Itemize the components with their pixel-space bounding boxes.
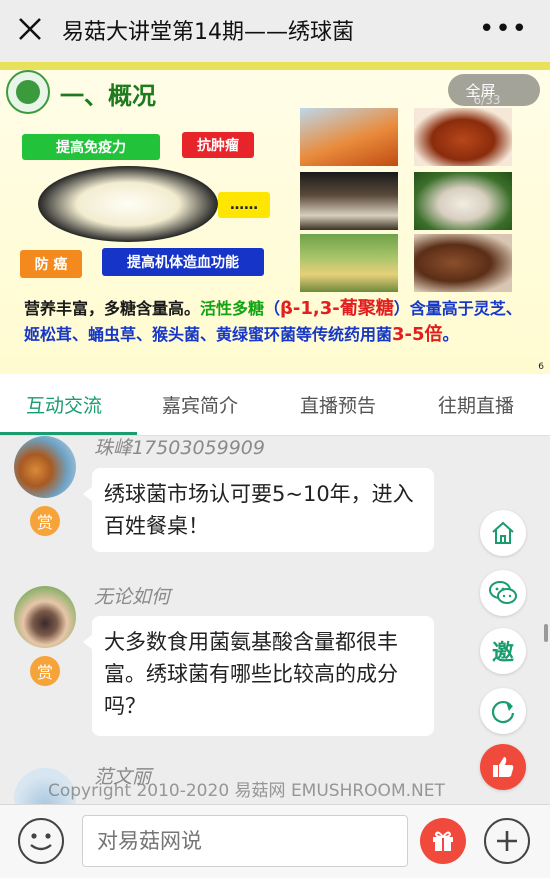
scrollbar[interactable] xyxy=(544,624,548,642)
logo xyxy=(6,70,50,114)
cordyceps-photo xyxy=(300,108,398,166)
lions-mane-photo xyxy=(414,172,512,230)
username: 珠峰17503059909 xyxy=(94,437,265,459)
tab-interaction[interactable]: 互动交流 xyxy=(26,391,102,418)
bottom-input-bar xyxy=(0,804,550,878)
reward-button[interactable]: 赏 xyxy=(30,656,60,686)
callout-anti-cancer: 防 癌 xyxy=(20,250,82,278)
username: 无论如何 xyxy=(94,586,171,608)
slide-body-text: 营养丰富，多糖含量高。活性多糖（β-1,3-葡聚糖）含量高于灵芝、姬松茸、蛹虫草… xyxy=(24,298,522,345)
gift-icon xyxy=(433,831,453,851)
emoji-button[interactable] xyxy=(18,818,64,864)
copyright-watermark: Copyright 2010-2020 易菇网 EMUSHROOM.NET xyxy=(48,781,445,801)
callout-anti-tumor: 抗肿瘤 xyxy=(182,132,254,158)
add-button[interactable] xyxy=(484,818,530,864)
shiitake-photo xyxy=(414,234,512,292)
slide-top-band xyxy=(0,62,550,70)
home-button[interactable] xyxy=(480,510,526,556)
cauliflower-fungus-image xyxy=(38,166,218,242)
thumbs-up-icon xyxy=(493,757,514,777)
wechat-share-button[interactable] xyxy=(480,570,526,616)
active-tab-indicator xyxy=(0,432,137,435)
field-mushroom-photo xyxy=(300,234,398,292)
slide-counter: 6/33 xyxy=(473,93,501,107)
home-icon xyxy=(492,521,514,544)
reishi-photo xyxy=(414,108,512,166)
gift-button[interactable] xyxy=(420,818,466,864)
tab-guest-intro[interactable]: 嘉宾简介 xyxy=(162,391,238,418)
presentation-slide: 一、概况 全屏 6/33 提高免疫力 抗肿瘤 …… 防 癌 提高机体造血功能 营… xyxy=(0,62,550,374)
title-bar: 易菇大讲堂第14期——绣球菌 ••• xyxy=(0,0,550,60)
refresh-icon xyxy=(491,700,515,724)
more-icon[interactable]: ••• xyxy=(479,14,528,44)
reward-button[interactable]: 赏 xyxy=(30,506,60,536)
chat-list[interactable]: 赏 珠峰17503059909 绣球菌市场认可要5~10年，进入百姓餐桌！ 赏 … xyxy=(0,436,550,804)
fullscreen-button[interactable]: 全屏 6/33 xyxy=(448,74,540,107)
callout-immunity: 提高免疫力 xyxy=(22,134,160,160)
callout-blood: 提高机体造血功能 xyxy=(102,248,264,276)
close-icon[interactable] xyxy=(16,15,44,43)
slide-heading: 一、概况 xyxy=(60,82,156,110)
like-button[interactable] xyxy=(480,744,526,790)
wechat-icon xyxy=(489,581,517,604)
tab-live-preview[interactable]: 直播预告 xyxy=(300,391,376,418)
avatar[interactable] xyxy=(14,436,76,498)
smiley-icon xyxy=(30,833,52,851)
tab-past-live[interactable]: 往期直播 xyxy=(438,391,514,418)
message-bubble: 绣球菌市场认可要5~10年，进入百姓餐桌！ xyxy=(83,468,434,552)
plus-icon xyxy=(497,831,517,851)
invite-button[interactable]: 邀 xyxy=(480,628,526,674)
callout-etc: …… xyxy=(218,192,270,218)
tab-bar: 互动交流 嘉宾简介 直播预告 往期直播 xyxy=(0,374,550,436)
mushroom-photo xyxy=(300,172,398,230)
page-title: 易菇大讲堂第14期——绣球菌 xyxy=(62,20,354,45)
refresh-button[interactable] xyxy=(480,688,526,734)
avatar[interactable] xyxy=(14,586,76,648)
comment-input[interactable] xyxy=(82,815,408,867)
message-bubble: 大多数食用菌氨基酸含量都很丰富。绣球菌有哪些比较高的成分吗？ xyxy=(83,616,434,736)
slide-page-number: 6 xyxy=(538,362,544,372)
invite-label: 邀 xyxy=(491,641,514,666)
